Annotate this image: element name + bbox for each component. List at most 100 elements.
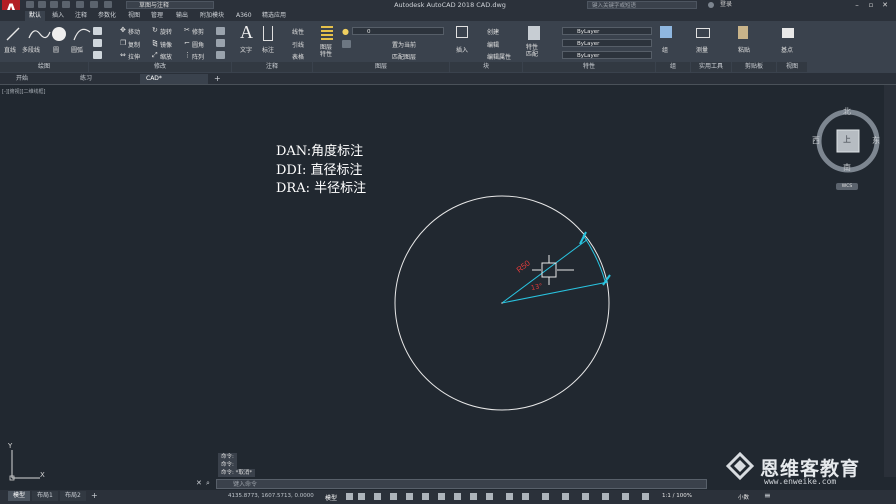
open-icon[interactable] — [38, 1, 46, 8]
layer-dropdown[interactable]: 0 — [352, 27, 444, 35]
new-tab-icon[interactable]: + — [214, 74, 221, 84]
tab-insert[interactable]: 插入 — [48, 11, 68, 21]
erase-icon[interactable] — [216, 27, 225, 35]
close-command-icon[interactable]: ✕ — [196, 479, 202, 487]
model-space-toggle[interactable]: 模型 — [325, 493, 337, 502]
new-icon[interactable] — [26, 1, 34, 8]
search-input[interactable]: 键入关键字或短语 — [587, 1, 697, 9]
command-input[interactable]: 键入命令 — [216, 479, 707, 489]
tab-home[interactable]: 默认 — [25, 11, 46, 21]
drawing-geometry — [394, 195, 611, 411]
draw-panel-title[interactable]: 绘图 — [0, 62, 88, 72]
scale-button[interactable]: 缩放 — [160, 52, 172, 61]
text-button[interactable]: 文字 — [240, 45, 252, 54]
viewcube-west[interactable]: 西 — [812, 135, 820, 146]
edit-attributes-button[interactable]: 编辑属性 — [487, 52, 511, 61]
layer-properties-button[interactable]: 图层 特性 — [320, 44, 332, 58]
match-properties-button[interactable]: 特性 匹配 — [526, 44, 538, 58]
boundary-icon[interactable] — [93, 51, 102, 59]
create-block-button[interactable]: 创建 — [487, 27, 499, 36]
hatch-icon[interactable] — [93, 39, 102, 47]
tab-featured-apps[interactable]: 精选应用 — [258, 11, 290, 21]
linetype-dropdown[interactable]: ByLayer — [562, 39, 652, 47]
status-toggle-icons[interactable] — [346, 492, 656, 502]
trim-button[interactable]: 修剪 — [192, 27, 204, 36]
sign-in-button[interactable]: 登录 — [720, 0, 732, 10]
save-as-icon[interactable] — [62, 1, 70, 8]
maximize-button[interactable]: ▫ — [866, 1, 876, 9]
viewcube-east[interactable]: 东 — [872, 135, 880, 146]
layer-state-icon[interactable] — [342, 40, 351, 48]
rotate-button[interactable]: 旋转 — [160, 27, 172, 36]
tab-manage[interactable]: 管理 — [147, 11, 167, 21]
save-icon[interactable] — [50, 1, 58, 8]
modify-panel-title[interactable]: 修改 — [89, 62, 231, 72]
copy-button[interactable]: 复制 — [128, 40, 140, 49]
match-layer-button[interactable]: 匹配图层 — [392, 52, 416, 61]
layers-panel-title[interactable]: 图层 — [313, 62, 449, 72]
table-button[interactable]: 表格 — [292, 52, 304, 61]
workspace-dropdown[interactable]: 草图与注释 — [126, 1, 214, 9]
viewcube-top-face[interactable]: 上 — [843, 134, 851, 145]
rectangle-icon[interactable] — [93, 27, 102, 35]
annotation-scale[interactable]: 1:1 / 100% — [662, 493, 692, 499]
stretch-button[interactable]: 拉伸 — [128, 52, 140, 61]
make-current-button[interactable]: 置为当前 — [392, 40, 416, 49]
file-tab-cad[interactable]: CAD* — [140, 74, 208, 84]
line-tool-label[interactable]: 直线 — [4, 45, 16, 54]
close-button[interactable]: ✕ — [880, 1, 890, 9]
viewcube-north[interactable]: 北 — [843, 106, 851, 117]
offset-icon[interactable] — [216, 51, 225, 59]
annotation-panel-title[interactable]: 注释 — [232, 62, 312, 72]
utilities-panel-title[interactable]: 实用工具 — [691, 62, 731, 72]
customize-icon[interactable]: ≡ — [764, 491, 771, 501]
paste-button[interactable]: 粘贴 — [738, 45, 750, 54]
groups-panel-title[interactable]: 组 — [656, 62, 690, 72]
tab-addins[interactable]: 附加模块 — [196, 11, 228, 21]
clipboard-panel-title[interactable]: 剪贴板 — [732, 62, 776, 72]
fillet-button[interactable]: 圆角 — [192, 40, 204, 49]
block-panel-title[interactable]: 块 — [450, 62, 522, 72]
undo-icon[interactable] — [90, 1, 98, 8]
mirror-button[interactable]: 镜像 — [160, 40, 172, 49]
move-button[interactable]: 移动 — [128, 27, 140, 36]
dimension-button[interactable]: 标注 — [262, 45, 274, 54]
wcs-menu[interactable]: WCS — [836, 183, 858, 190]
tab-a360[interactable]: A360 — [232, 11, 256, 21]
explode-icon[interactable] — [216, 39, 225, 47]
units-toggle[interactable]: 小数 — [738, 493, 749, 501]
file-tab-practice[interactable]: 练习 — [74, 74, 142, 84]
insert-button[interactable]: 插入 — [456, 45, 468, 54]
circle-tool-label[interactable]: 圆 — [53, 45, 59, 54]
polyline-tool-label[interactable]: 多段线 — [22, 45, 40, 54]
tab-view[interactable]: 视图 — [124, 11, 144, 21]
base-button[interactable]: 基点 — [781, 45, 793, 54]
plot-icon[interactable] — [76, 1, 84, 8]
bulb-icon: ● — [342, 27, 349, 36]
lineweight-dropdown[interactable]: ByLayer — [562, 51, 652, 59]
paste-icon — [738, 26, 748, 39]
edit-block-button[interactable]: 编辑 — [487, 40, 499, 49]
array-button[interactable]: 阵列 — [192, 52, 204, 61]
viewcube-south[interactable]: 南 — [843, 162, 851, 173]
add-layout-icon[interactable]: + — [91, 491, 98, 501]
minimize-button[interactable]: – — [852, 1, 862, 9]
search-command-icon[interactable]: ⌕ — [206, 479, 210, 488]
layout-tab-model[interactable]: 模型 — [8, 491, 31, 501]
layout-tab-1[interactable]: 布局1 — [32, 491, 58, 501]
file-tab-start[interactable]: 开始 — [10, 74, 74, 84]
measure-button[interactable]: 测量 — [696, 45, 708, 54]
view-panel-title[interactable]: 视图 — [777, 62, 807, 72]
tab-parametric[interactable]: 参数化 — [94, 11, 120, 21]
redo-icon[interactable] — [104, 1, 112, 8]
color-dropdown[interactable]: ByLayer — [562, 27, 652, 35]
group-button[interactable]: 组 — [662, 45, 668, 54]
tab-annotate[interactable]: 注释 — [71, 11, 91, 21]
layout-tab-2[interactable]: 布局2 — [60, 491, 86, 501]
arc-tool-label[interactable]: 圆弧 — [71, 45, 83, 54]
linear-dim-button[interactable]: 线性 — [292, 27, 304, 36]
leader-button[interactable]: 引线 — [292, 40, 304, 49]
tab-output[interactable]: 输出 — [172, 11, 192, 21]
properties-panel-title[interactable]: 特性 — [523, 62, 655, 72]
vertical-scrollbar[interactable] — [884, 85, 896, 477]
